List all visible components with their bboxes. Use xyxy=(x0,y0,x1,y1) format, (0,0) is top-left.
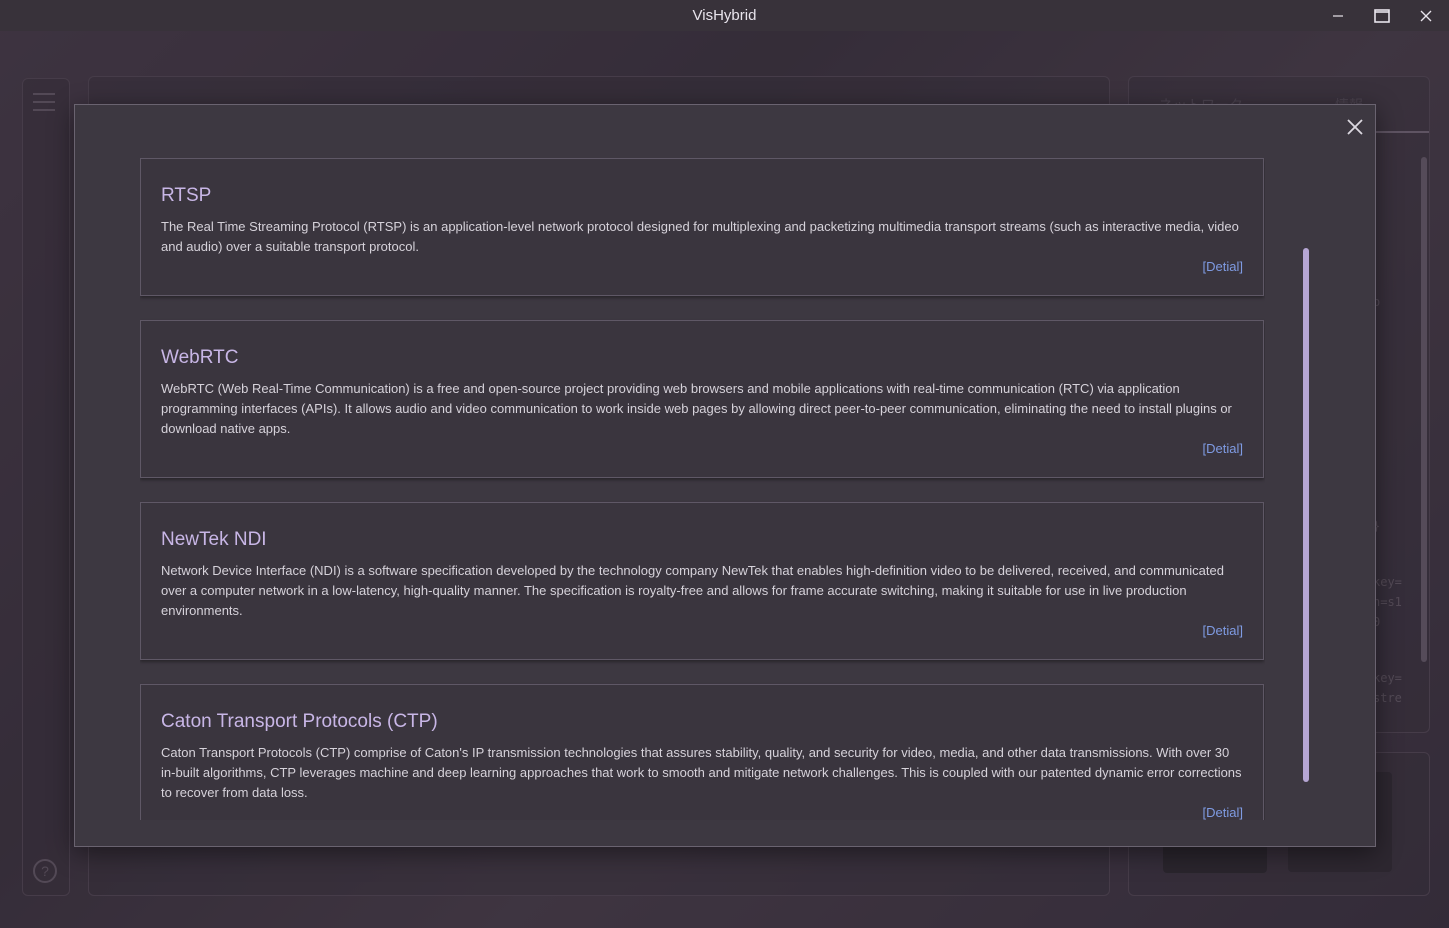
protocol-card-rtsp: RTSP The Real Time Streaming Protocol (R… xyxy=(140,158,1264,296)
card-title: Caton Transport Protocols (CTP) xyxy=(161,711,438,732)
protocol-list[interactable]: RTSP The Real Time Streaming Protocol (R… xyxy=(140,158,1265,820)
card-description: WebRTC (Web Real-Time Communication) is … xyxy=(161,381,1232,436)
detail-link[interactable]: [Detial] xyxy=(1203,805,1243,820)
protocol-info-dialog: RTSP The Real Time Streaming Protocol (R… xyxy=(74,104,1376,847)
dialog-scrollbar[interactable] xyxy=(1303,248,1309,782)
protocol-card-ctp: Caton Transport Protocols (CTP) Caton Tr… xyxy=(140,684,1264,820)
minimize-button[interactable] xyxy=(1316,0,1360,31)
maximize-icon xyxy=(1374,8,1390,23)
protocol-card-webrtc: WebRTC WebRTC (Web Real-Time Communicati… xyxy=(140,320,1264,478)
card-description: The Real Time Streaming Protocol (RTSP) … xyxy=(161,219,1239,254)
close-icon xyxy=(1420,10,1432,21)
protocol-card-ndi: NewTek NDI Network Device Interface (NDI… xyxy=(140,502,1264,660)
card-title: RTSP xyxy=(161,185,212,206)
close-icon xyxy=(1347,119,1363,135)
card-description: Network Device Interface (NDI) is a soft… xyxy=(161,563,1224,618)
window-title: VisHybrid xyxy=(692,7,757,24)
detail-link[interactable]: [Detial] xyxy=(1203,259,1243,274)
detail-link[interactable]: [Detial] xyxy=(1203,623,1243,638)
title-bar: VisHybrid xyxy=(0,0,1449,31)
detail-link[interactable]: [Detial] xyxy=(1203,441,1243,456)
dialog-close-button[interactable] xyxy=(1339,111,1371,143)
card-title: WebRTC xyxy=(161,347,239,368)
card-description: Caton Transport Protocols (CTP) comprise… xyxy=(161,745,1242,800)
minimize-icon xyxy=(1333,14,1343,17)
window-close-button[interactable] xyxy=(1404,0,1448,31)
maximize-button[interactable] xyxy=(1360,0,1404,31)
card-title: NewTek NDI xyxy=(161,529,267,550)
